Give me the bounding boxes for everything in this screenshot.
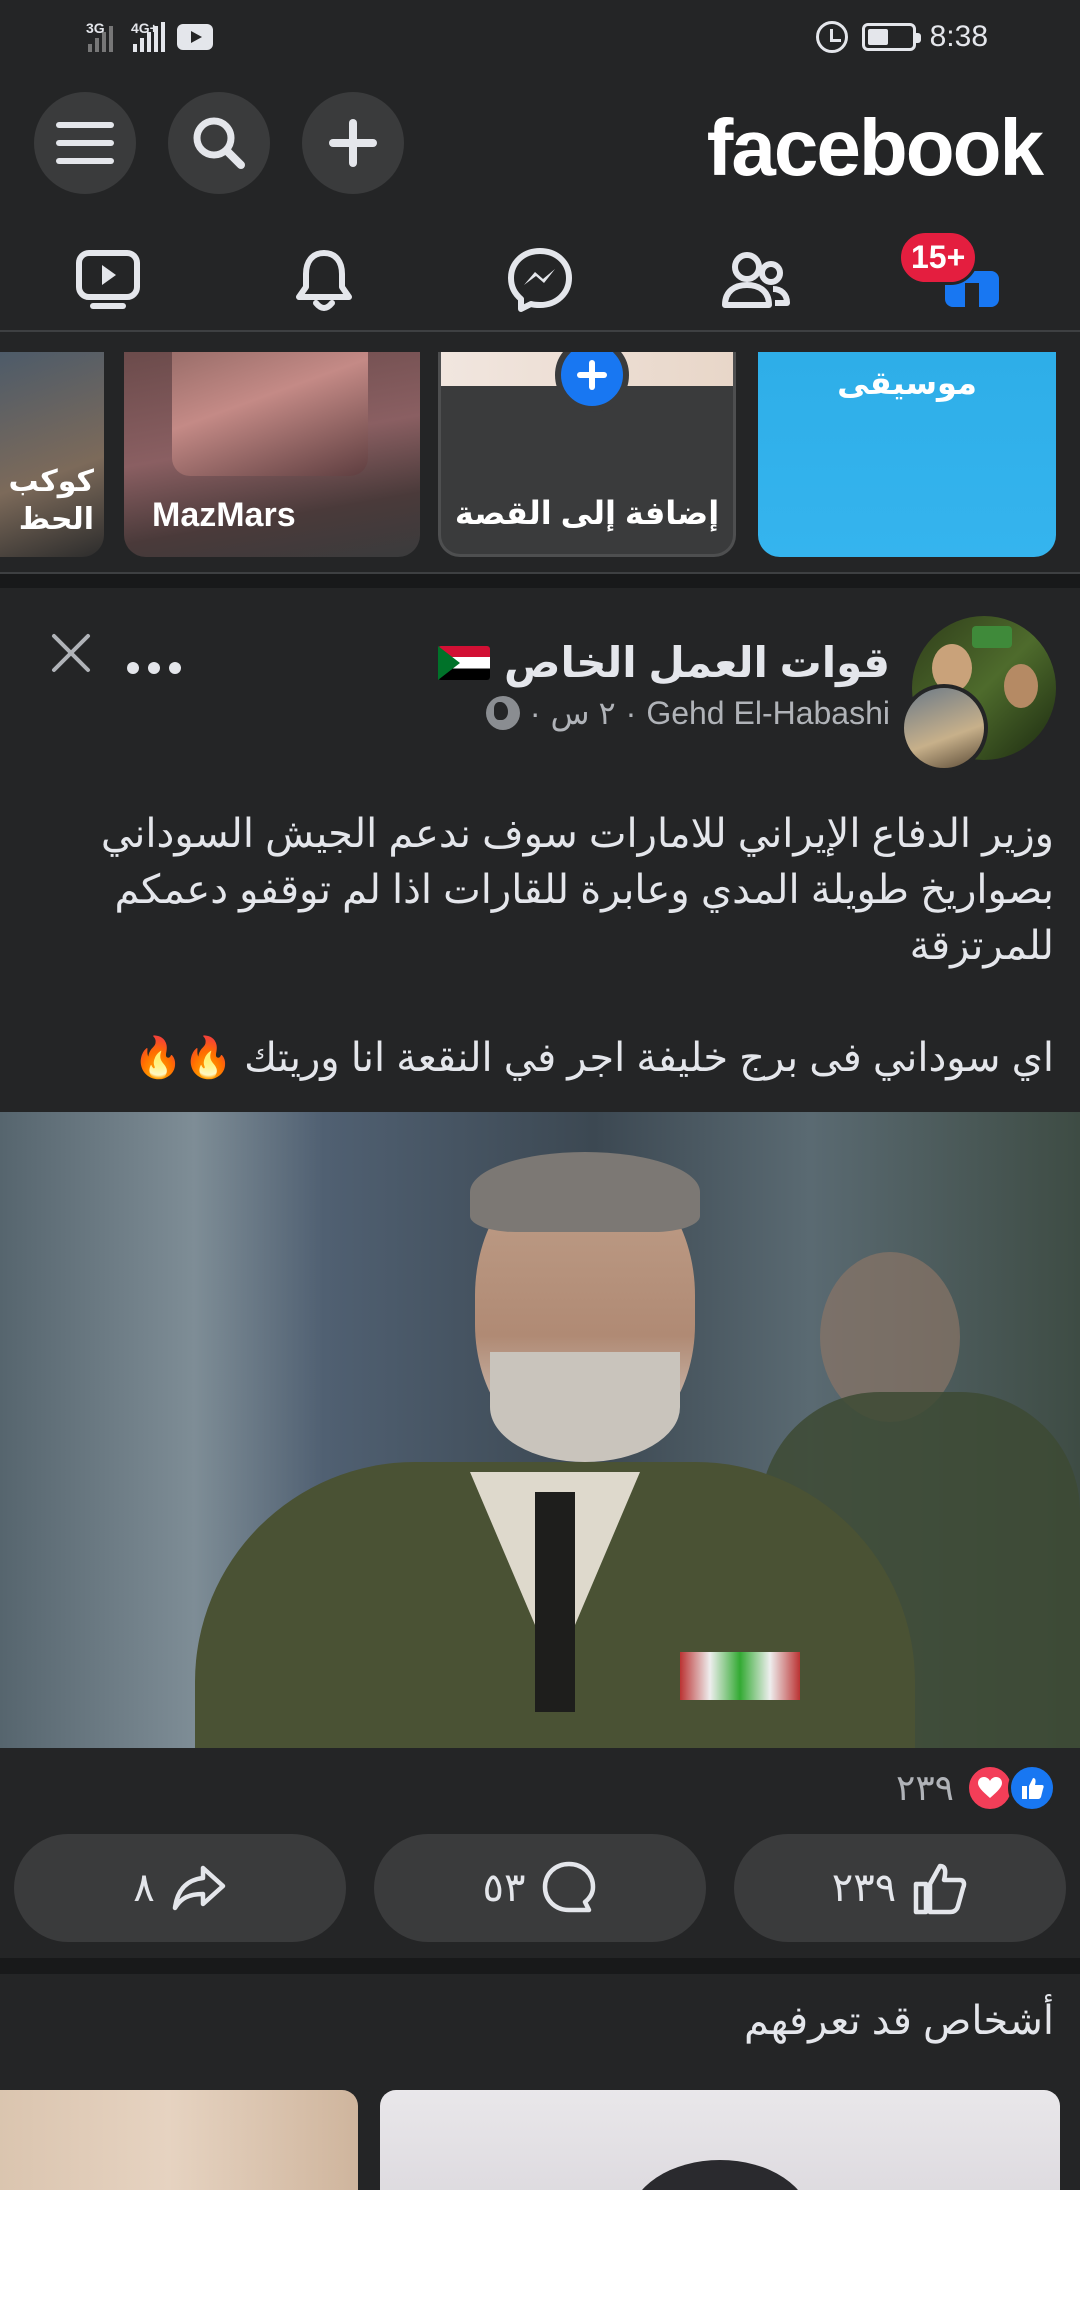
top-header: facebook [0, 80, 1080, 210]
network-type-label: 4G+ [131, 20, 158, 36]
like-icon [913, 1863, 967, 1915]
post-text-line: وزير الدفاع الإيراني للامارات سوف ندعم ا… [100, 812, 1054, 856]
reaction-count: ٢٣٩ [895, 1767, 954, 1808]
sudan-flag-icon [438, 645, 490, 680]
more-icon [127, 662, 181, 674]
reaction-summary[interactable]: ٢٣٩ [896, 1764, 1056, 1812]
search-icon [193, 117, 245, 169]
pymk-card[interactable] [380, 2090, 1060, 2190]
avatar-face [1004, 664, 1038, 708]
image-hair [470, 1152, 700, 1232]
facebook-app: 3G 4G+ 8:38 facebook 15+ كوكب الحظ MazMa… [0, 0, 1080, 2190]
tab-notifications[interactable] [284, 240, 364, 320]
page-name[interactable]: قوات العمل الخاص [504, 638, 890, 687]
feed-post: قوات العمل الخاص Gehd El-Habashi · ٢ س ·… [0, 588, 1080, 1958]
search-button[interactable] [168, 92, 270, 194]
like-count: ٢٣٩ [831, 1866, 897, 1910]
globe-icon [485, 696, 520, 730]
author-name[interactable]: Gehd El-Habashi [646, 695, 890, 732]
share-button[interactable]: ٨ [14, 1834, 346, 1942]
divider [0, 572, 1080, 588]
notification-badge: 15+ [898, 230, 979, 285]
stories-tray: كوكب الحظ MazMars إضافة إلى القصة موسيقى [0, 352, 1080, 574]
author-avatar[interactable] [900, 684, 988, 772]
pymk-card[interactable] [0, 2090, 358, 2190]
hide-post-button[interactable] [46, 628, 96, 678]
status-right: 8:38 [815, 20, 988, 54]
post-text-line: اي سوداني فى برج خليفة اجر في النقعة انا… [133, 1036, 1054, 1080]
comment-icon [543, 1861, 596, 1913]
more-options-button[interactable] [126, 632, 182, 686]
network-type-label: 3G [86, 20, 105, 36]
story-card[interactable]: موسيقى [758, 352, 1056, 557]
youtube-icon [177, 24, 213, 50]
video-icon [76, 250, 140, 309]
add-story-card[interactable]: إضافة إلى القصة [438, 352, 736, 557]
divider [0, 1958, 1080, 1974]
status-bar: 3G 4G+ 8:38 [0, 0, 1080, 80]
story-thumbnail [172, 352, 368, 476]
like-button[interactable]: ٢٣٩ [734, 1834, 1066, 1942]
friends-icon [722, 252, 790, 308]
menu-button[interactable] [34, 92, 136, 194]
plus-icon [577, 360, 607, 390]
comment-button[interactable]: ٥٣ [374, 1834, 706, 1942]
pymk-title: أشخاص قد تعرفهم [743, 1999, 1054, 2043]
menu-icon [56, 122, 114, 164]
post-meta: Gehd El-Habashi · ٢ س · [485, 694, 890, 732]
post-image[interactable] [0, 1112, 1080, 1748]
story-card[interactable]: MazMars [124, 352, 420, 557]
share-count: ٨ [133, 1866, 155, 1910]
post-header-title: قوات العمل الخاص [438, 638, 890, 687]
plus-icon [329, 119, 377, 167]
story-label: موسيقى [837, 365, 977, 401]
messenger-icon [508, 248, 572, 312]
battery-icon [861, 23, 921, 51]
image-ribbons [680, 1652, 800, 1700]
story-card[interactable]: كوكب الحظ [0, 352, 104, 557]
alarm-icon [815, 21, 848, 53]
tab-messenger[interactable] [500, 240, 580, 320]
love-reaction-icon [966, 1764, 1014, 1812]
bell-icon [296, 250, 352, 311]
post-time[interactable]: ٢ س [551, 694, 616, 732]
create-button[interactable] [302, 92, 404, 194]
pymk-photo [630, 2160, 810, 2190]
tab-video[interactable] [68, 240, 148, 320]
story-label: MazMars [152, 496, 296, 534]
share-icon [172, 1865, 225, 1911]
comment-count: ٥٣ [482, 1866, 526, 1910]
post-text: وزير الدفاع الإيراني للامارات سوف ندعم ا… [24, 806, 1054, 1086]
avatar-emblem [972, 626, 1012, 648]
main-nav: 15+ [0, 222, 1080, 332]
clock: 8:38 [929, 20, 988, 53]
post-text-line: بصواريخ طويلة المدي وعابرة للقارات اذا ل… [114, 868, 1054, 912]
meta-separator: · [625, 694, 637, 731]
signal-icon: 4G+ [131, 20, 165, 52]
image-beard [490, 1352, 680, 1462]
story-label: كوكب الحظ [8, 465, 94, 536]
facebook-logo[interactable]: facebook [707, 102, 1044, 194]
image-tie [535, 1492, 575, 1712]
post-text-line: للمرتزقة [909, 924, 1054, 968]
people-you-may-know: أشخاص قد تعرفهم [0, 1974, 1080, 2190]
post-actions: ٨ ٥٣ ٢٣٩ [14, 1834, 1066, 1942]
close-icon [52, 634, 90, 672]
meta-separator: · [529, 694, 541, 731]
add-story-button[interactable] [555, 352, 629, 412]
like-reaction-icon [1008, 1764, 1056, 1812]
signal-icon: 3G [86, 20, 113, 52]
status-left: 3G 4G+ [86, 20, 213, 52]
tab-friends[interactable] [716, 240, 796, 320]
story-label: إضافة إلى القصة [454, 495, 720, 531]
